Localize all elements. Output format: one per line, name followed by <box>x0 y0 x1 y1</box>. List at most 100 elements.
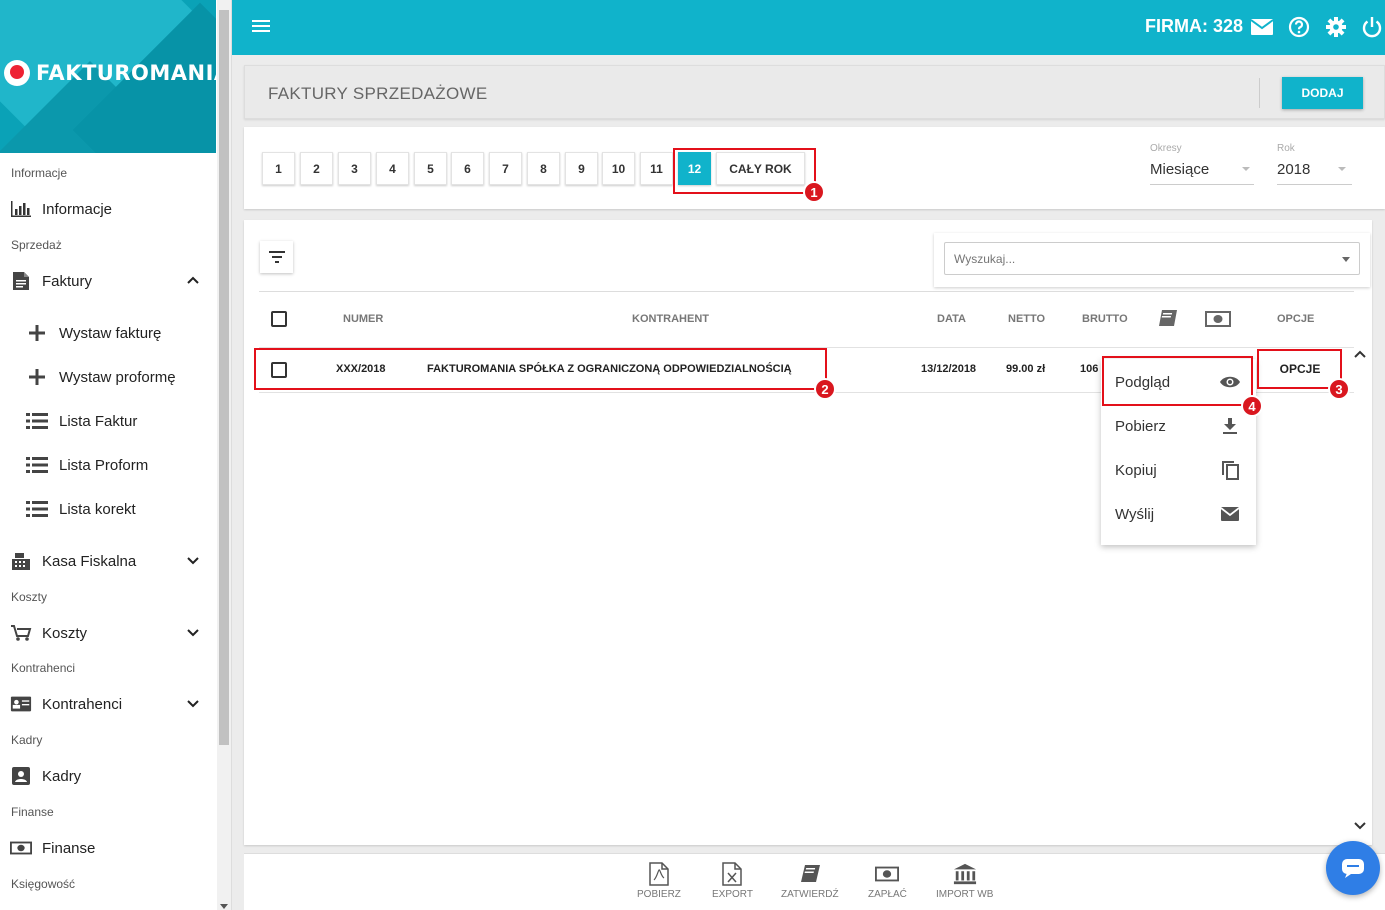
year-select-underline <box>1277 184 1352 185</box>
month-button-3[interactable]: 3 <box>338 152 371 185</box>
sidebar-item-finanse[interactable]: Finanse <box>10 834 210 862</box>
brand-header: FAKTUROMANIA <box>0 0 216 153</box>
month-button-4[interactable]: 4 <box>376 152 409 185</box>
section-label-ksiegowosc: Księgowość <box>11 877 76 891</box>
year-dropdown-arrow-icon[interactable] <box>1338 167 1346 171</box>
sidebar-item-label: Finanse <box>42 839 96 857</box>
mail-icon[interactable] <box>1250 15 1274 39</box>
sidebar-item-faktury[interactable]: Faktury <box>10 267 210 295</box>
sidebar-item-lista-proform[interactable]: Lista Proform <box>26 451 216 479</box>
hamburger-menu-icon[interactable] <box>252 17 270 35</box>
bulk-download-button[interactable]: POBIERZ <box>637 862 681 900</box>
sidebar-item-label: Wystaw proformę <box>59 368 176 386</box>
sidebar-item-label: Informacje <box>42 200 113 218</box>
chevron-up-icon[interactable] <box>184 271 202 289</box>
mail-icon <box>1219 503 1241 525</box>
cell-data: 13/12/2018 <box>921 363 977 375</box>
column-header-numer[interactable]: NUMER <box>343 313 383 325</box>
gear-icon[interactable] <box>1324 15 1348 39</box>
company-id-label[interactable]: FIRMA: 328 <box>1145 16 1243 37</box>
divider <box>259 291 1354 292</box>
sidebar-scrollbar[interactable] <box>217 0 231 910</box>
export-button[interactable]: EXPORT <box>712 862 753 900</box>
month-button-9[interactable]: 9 <box>565 152 598 185</box>
scroll-up-chevron-icon[interactable] <box>1353 347 1367 361</box>
section-label-kadry: Kadry <box>11 733 43 747</box>
year-select[interactable]: 2018 <box>1277 161 1310 178</box>
column-header-netto[interactable]: NETTO <box>1008 313 1045 325</box>
sidebar-item-koszty[interactable]: Koszty <box>10 619 210 647</box>
section-label-informacje: Informacje <box>11 166 68 180</box>
select-all-checkbox[interactable] <box>271 311 287 327</box>
import-wb-button[interactable]: IMPORT WB <box>936 862 993 900</box>
book-icon <box>798 862 822 886</box>
cell-kontrahent[interactable]: FAKTUROMANIA SPÓŁKA Z OGRANICZONĄ ODPOWI… <box>427 363 792 375</box>
pay-button[interactable]: ZAPŁAĆ <box>868 862 907 900</box>
sidebar-item-label: Lista korekt <box>59 500 136 518</box>
month-button-10[interactable]: 10 <box>602 152 635 185</box>
row-checkbox[interactable] <box>271 362 287 378</box>
column-header-opcje: OPCJE <box>1277 313 1315 325</box>
menu-item-pobierz[interactable]: Pobierz <box>1101 404 1256 448</box>
cash-register-icon <box>10 551 32 571</box>
column-header-kontrahent[interactable]: KONTRAHENT <box>632 313 709 325</box>
search-input[interactable] <box>944 242 1360 275</box>
power-icon[interactable] <box>1360 15 1384 39</box>
scroll-down-chevron-icon[interactable] <box>1353 819 1367 833</box>
menu-item-kopiuj[interactable]: Kopiuj <box>1101 448 1256 492</box>
filter-button[interactable] <box>260 241 293 273</box>
row-options-button[interactable]: OPCJE <box>1260 353 1340 385</box>
month-button-11[interactable]: 11 <box>640 152 673 185</box>
add-button[interactable]: DODAJ <box>1282 77 1363 109</box>
month-button-8[interactable]: 8 <box>527 152 560 185</box>
pay-label: ZAPŁAĆ <box>868 889 907 900</box>
approve-button[interactable]: ZATWIERDŹ <box>781 862 839 900</box>
menu-item-label: Pobierz <box>1115 417 1166 435</box>
sidebar-item-wystaw-proforme[interactable]: Wystaw proformę <box>26 363 216 391</box>
download-icon <box>1219 415 1241 437</box>
menu-item-podglad[interactable]: Podgląd <box>1101 360 1256 404</box>
month-button-7[interactable]: 7 <box>489 152 522 185</box>
scroll-down-arrow-icon[interactable] <box>220 902 228 910</box>
sidebar-item-wystaw-fakture[interactable]: Wystaw fakturę <box>26 319 216 347</box>
chevron-down-icon[interactable] <box>184 623 202 641</box>
page-title: FAKTURY SPRZEDAŻOWE <box>268 84 488 103</box>
top-bar: FIRMA: 328 <box>232 0 1385 55</box>
help-icon[interactable] <box>1287 15 1311 39</box>
chat-button[interactable] <box>1326 841 1380 895</box>
banknote-icon <box>10 838 32 858</box>
sidebar-item-lista-korekt[interactable]: Lista korekt <box>26 495 216 523</box>
search-dropdown-arrow-icon[interactable] <box>1342 257 1350 262</box>
sidebar-item-label: Kasa Fiskalna <box>42 552 137 570</box>
column-header-brutto[interactable]: BRUTTO <box>1082 313 1128 325</box>
sidebar: FAKTUROMANIA Informacje Informacje Sprze… <box>0 0 232 910</box>
pdf-file-icon <box>647 862 671 886</box>
month-button-2[interactable]: 2 <box>300 152 333 185</box>
excel-file-icon <box>720 862 744 886</box>
month-button-12[interactable]: 12 <box>678 152 711 185</box>
column-header-data[interactable]: DATA <box>937 313 966 325</box>
bulk-download-label: POBIERZ <box>637 889 681 900</box>
scrollbar-thumb[interactable] <box>219 10 229 745</box>
menu-item-label: Podgląd <box>1115 373 1171 391</box>
chevron-down-icon[interactable] <box>184 694 202 712</box>
export-label: EXPORT <box>712 889 753 900</box>
banknote-icon <box>875 862 900 886</box>
month-button-5[interactable]: 5 <box>414 152 447 185</box>
menu-item-wyslij[interactable]: Wyślij <box>1101 492 1256 536</box>
cell-numer[interactable]: XXX/2018 <box>336 363 386 375</box>
sidebar-item-kasa-fiskalna[interactable]: Kasa Fiskalna <box>10 547 210 575</box>
plus-icon <box>26 323 48 343</box>
app-logo[interactable]: FAKTUROMANIA <box>4 60 216 86</box>
period-type-select[interactable]: Miesiące <box>1150 161 1209 178</box>
sidebar-item-informacje[interactable]: Informacje <box>10 195 210 223</box>
sidebar-item-kontrahenci[interactable]: Kontrahenci <box>10 690 210 718</box>
sidebar-item-lista-faktur[interactable]: Lista Faktur <box>26 407 216 435</box>
month-button-6[interactable]: 6 <box>451 152 484 185</box>
month-button-1[interactable]: 1 <box>262 152 295 185</box>
chevron-down-icon[interactable] <box>184 551 202 569</box>
sidebar-item-kadry[interactable]: Kadry <box>10 762 210 790</box>
period-dropdown-arrow-icon[interactable] <box>1242 167 1250 171</box>
full-year-button[interactable]: CAŁY ROK <box>716 152 805 185</box>
sidebar-item-label: Kadry <box>42 767 82 785</box>
